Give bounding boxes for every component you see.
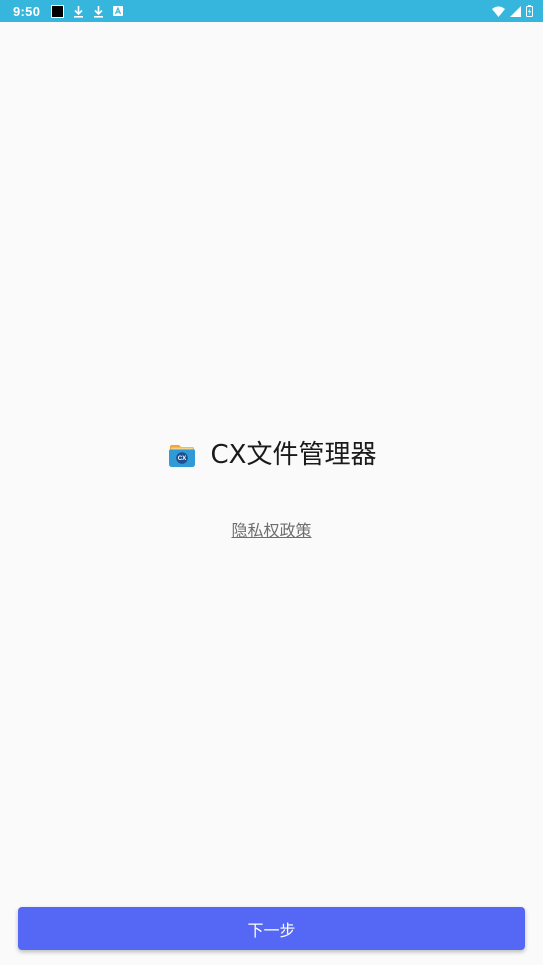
logo-text: CX bbox=[177, 455, 186, 462]
app-name: CX文件管理器 bbox=[210, 440, 377, 470]
download-icon bbox=[93, 5, 104, 18]
status-left: 9:50 bbox=[13, 3, 124, 19]
welcome-screen: 9:50 CX CX文件管理器 隐私权政策 下一步 bbox=[0, 0, 543, 965]
status-bar: 9:50 bbox=[0, 0, 543, 22]
next-button[interactable]: 下一步 bbox=[18, 907, 525, 950]
next-button-label: 下一步 bbox=[247, 920, 296, 940]
cx-folder-icon: CX bbox=[167, 440, 197, 470]
a-letter-icon bbox=[113, 6, 124, 16]
privacy-policy-link[interactable]: 隐私权政策 bbox=[0, 517, 543, 541]
app-brand: CX CX文件管理器 bbox=[0, 438, 543, 472]
black-square-icon bbox=[51, 4, 65, 18]
status-right bbox=[492, 5, 533, 17]
status-time: 9:50 bbox=[13, 3, 41, 19]
battery-icon bbox=[526, 5, 533, 17]
wifi-icon bbox=[492, 6, 505, 17]
signal-icon bbox=[510, 5, 521, 17]
download-icon bbox=[73, 5, 84, 18]
